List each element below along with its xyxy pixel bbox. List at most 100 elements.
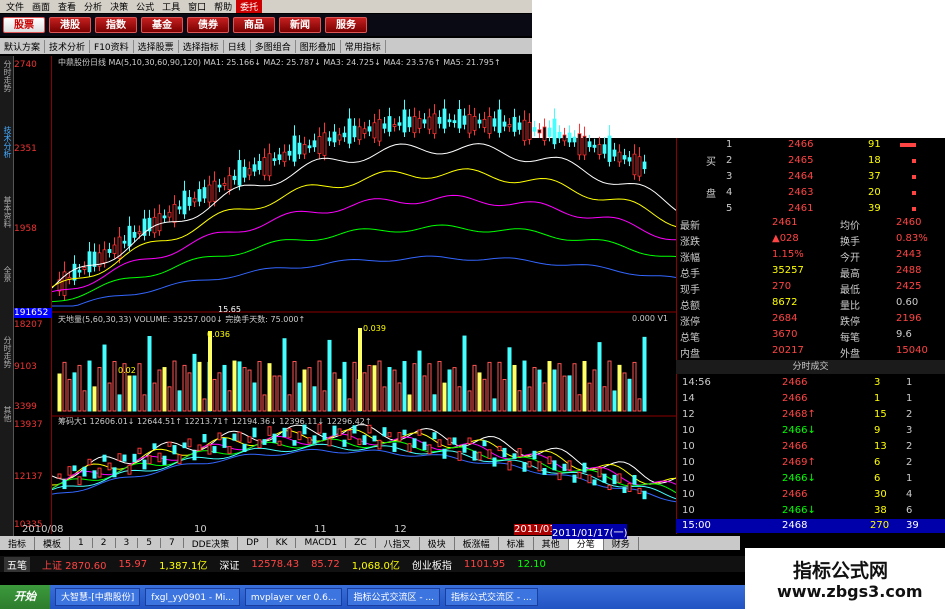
tick-time: 14 — [682, 393, 695, 404]
indicator-tab[interactable]: 极块 — [420, 536, 455, 550]
ticker-app[interactable]: 五笔 — [4, 556, 30, 572]
menu-decision[interactable]: 决策 — [106, 0, 132, 13]
axis-label: 1958 — [14, 224, 37, 234]
ask-level: 1 — [726, 139, 733, 150]
task-forum-1[interactable]: 指标公式交流区 - ... — [347, 588, 441, 606]
tool-common-indicator[interactable]: 常用指标 — [341, 39, 386, 53]
date-label: 10 — [194, 524, 207, 535]
tool-default-scheme[interactable]: 默认方案 — [0, 39, 46, 53]
indicator-tab[interactable]: 模板 — [35, 536, 71, 550]
task-forum-2[interactable]: 指标公式交流区 - ... — [445, 588, 538, 606]
indicator-tab[interactable]: 5 — [138, 538, 161, 548]
indicator-tab[interactable]: 7 — [161, 538, 184, 548]
indicator-tab[interactable]: 板涨幅 — [455, 536, 499, 550]
ticker-cyb: 1101.95 — [463, 558, 506, 570]
kline-chart[interactable] — [52, 56, 682, 534]
nav-news[interactable]: 新闻 — [279, 17, 321, 33]
ask-price[interactable]: 2461 — [788, 203, 813, 214]
tool-daily[interactable]: 日线 — [224, 39, 251, 53]
tick-count: 2 — [906, 409, 913, 420]
volume-peak-bar — [208, 331, 212, 411]
left-tab-panorama[interactable]: 全景 — [1, 266, 13, 282]
menu-trade[interactable]: 委托 — [236, 0, 263, 13]
tick-volume: 38 — [874, 505, 887, 516]
ticks-header: 分时成交 — [676, 360, 945, 374]
indicator-tab[interactable]: 标准 — [499, 536, 534, 550]
menu-screen[interactable]: 画面 — [28, 0, 54, 13]
nav-service[interactable]: 服务 — [325, 17, 367, 33]
tool-tech-analysis[interactable]: 技术分析 — [45, 39, 91, 53]
ask-price[interactable]: 2463 — [788, 187, 813, 198]
menu-view[interactable]: 查看 — [54, 0, 80, 13]
menu-formula[interactable]: 公式 — [132, 0, 158, 13]
tick-volume: 6 — [874, 457, 881, 468]
nav-bond[interactable]: 债券 — [187, 17, 229, 33]
tick-time: 10 — [682, 457, 695, 468]
ask-level: 2 — [726, 155, 733, 166]
indicator-tab[interactable]: DDE决策 — [184, 536, 239, 550]
menu-analysis[interactable]: 分析 — [80, 0, 106, 13]
ask-price[interactable]: 2465 — [788, 155, 813, 166]
axis-label: 2351 — [14, 144, 37, 154]
tool-f10[interactable]: F10资料 — [90, 39, 134, 53]
quote-label: 均价 — [840, 221, 860, 232]
tick-price: 2468 — [782, 520, 808, 531]
tool-select-indicator[interactable]: 选择指标 — [179, 39, 224, 53]
indicator-tab[interactable]: KK — [268, 538, 297, 548]
quote-label: 每笔 — [840, 333, 860, 344]
axis-label: 9103 — [14, 362, 37, 372]
tick-price: 2466↓ — [782, 505, 816, 516]
ask-price[interactable]: 2466 — [788, 139, 813, 150]
axis-label: 12137 — [14, 472, 43, 482]
tick-volume: 6 — [874, 473, 881, 484]
candle-series — [57, 99, 647, 301]
tick-price: 2466↓ — [782, 425, 816, 436]
quote-label: 跌停 — [840, 317, 860, 328]
task-dzh[interactable]: 大智慧-[中鼎股份] — [55, 588, 141, 606]
nav-hk[interactable]: 港股 — [49, 17, 91, 33]
task-mvplayer[interactable]: mvplayer ver 0.6... — [244, 588, 343, 606]
indicator-tab[interactable]: ZC — [346, 538, 376, 548]
menu-tools[interactable]: 工具 — [158, 0, 184, 13]
quote-value: 15040 — [896, 345, 928, 356]
indicator-tab[interactable]: 3 — [116, 538, 139, 548]
menu-help[interactable]: 帮助 — [210, 0, 236, 13]
ask-level: 4 — [726, 187, 733, 198]
ma-line — [52, 143, 677, 289]
ticker-sh: 上证 2870.60 — [42, 560, 107, 572]
indicator-tab[interactable]: 指标 — [0, 536, 36, 550]
nav-stocks[interactable]: 股票 — [3, 17, 45, 33]
left-tab-technical[interactable]: 技术分析 — [1, 126, 13, 158]
ask-price[interactable]: 2464 — [788, 171, 813, 182]
left-tab-fundamental[interactable]: 基本资料 — [1, 196, 13, 228]
tool-overlay[interactable]: 图形叠加 — [296, 39, 341, 53]
tool-multi-chart[interactable]: 多图组合 — [251, 39, 296, 53]
book-sell-label: 盘 — [706, 189, 716, 200]
nav-index[interactable]: 指数 — [95, 17, 137, 33]
quote-label: 量比 — [840, 301, 860, 312]
tick-price: 2469↑ — [782, 457, 816, 468]
quote-value: 20217 — [772, 345, 804, 356]
date-label: 12 — [394, 524, 407, 535]
left-tab-other[interactable]: 其他 — [1, 406, 13, 422]
book-buy-label: 买 — [706, 157, 716, 168]
volume-bars — [57, 335, 647, 412]
menu-window[interactable]: 窗口 — [184, 0, 210, 13]
date-label: 11 — [314, 524, 327, 535]
indicator-tab[interactable]: 2 — [93, 538, 116, 548]
start-button[interactable]: 开始 — [0, 585, 50, 609]
date-label: 2010/08 — [22, 524, 64, 535]
left-tab-intraday[interactable]: 分时走势 — [1, 60, 13, 92]
left-tab-intraday2[interactable]: 分时走势 — [1, 336, 13, 368]
menu-file[interactable]: 文件 — [2, 0, 28, 13]
tick-price: 2466↓ — [782, 473, 816, 484]
indicator-tab[interactable]: DP — [238, 538, 268, 548]
nav-commodity[interactable]: 商品 — [233, 17, 275, 33]
indicator-tab[interactable]: 八指叉 — [376, 536, 420, 550]
tick-volume: 13 — [874, 441, 887, 452]
task-fxgl[interactable]: fxgl_yy0901 - Mi... — [145, 588, 240, 606]
indicator-tab[interactable]: 1 — [70, 538, 93, 548]
indicator-tab[interactable]: MACD1 — [296, 538, 347, 548]
tool-select-stock[interactable]: 选择股票 — [134, 39, 179, 53]
nav-fund[interactable]: 基金 — [141, 17, 183, 33]
